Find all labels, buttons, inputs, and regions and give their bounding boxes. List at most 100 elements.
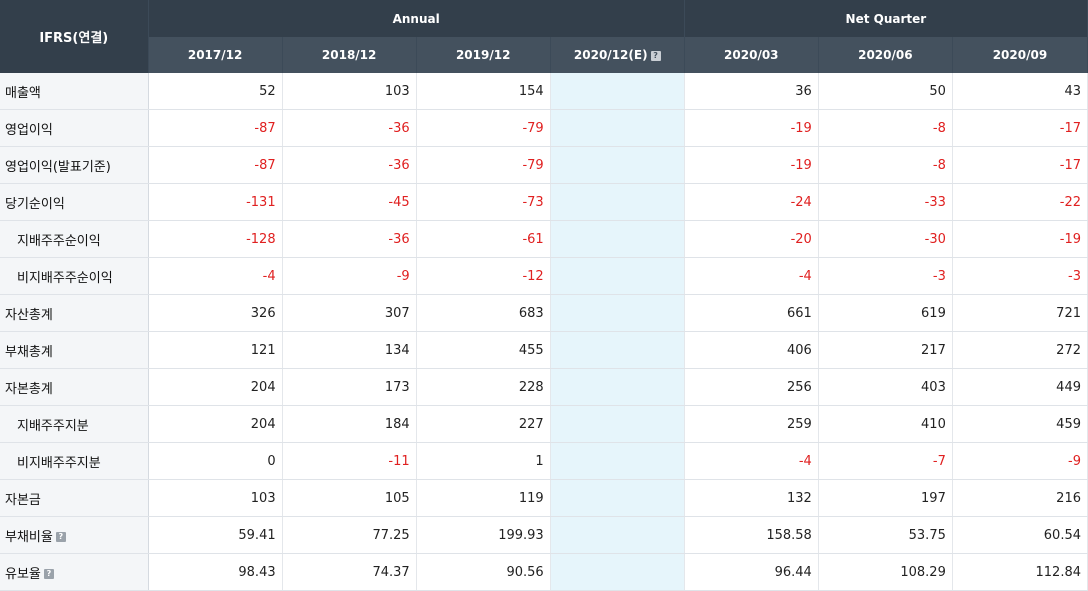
value-cell: 112.84 [952, 553, 1088, 591]
row-label-text: 자본금 [5, 492, 41, 508]
value-cell: 36 [684, 73, 819, 110]
estimate-help-icon[interactable]: ? [650, 50, 661, 61]
value-cell: 307 [282, 294, 417, 332]
estimate-cell [550, 220, 685, 258]
row-label: 영업이익(발표기준) [0, 146, 149, 184]
estimate-cell [550, 146, 685, 184]
value-cell: -4 [684, 442, 819, 480]
estimate-cell [550, 183, 685, 221]
row-help-icon[interactable]: ? [43, 569, 54, 579]
value-cell: 173 [282, 368, 417, 406]
value-cell: 108.29 [818, 553, 953, 591]
ifrs-corner-header: IFRS(연결) [0, 0, 149, 73]
row-label: 매출액 [0, 73, 149, 110]
column-header-2018-12: 2018/12 [282, 37, 417, 73]
estimate-cell [550, 516, 685, 554]
value-cell: -79 [416, 109, 551, 147]
value-cell: 204 [148, 368, 283, 406]
estimate-cell [550, 368, 685, 406]
row-label-text: 부채비율 [5, 529, 53, 545]
value-cell: 721 [952, 294, 1088, 332]
row-help-icon[interactable]: ? [55, 532, 66, 542]
value-cell: -17 [952, 109, 1088, 147]
value-cell: -73 [416, 183, 551, 221]
table-row: 부채비율? 59.41 77.25 199.93 158.58 53.75 60.54 [0, 516, 1088, 554]
table-row: 유보율? 98.43 74.37 90.56 96.44 108.29 112.84 [0, 553, 1088, 591]
column-header-label: 2020/03 [724, 48, 779, 62]
value-cell: -3 [952, 257, 1088, 295]
value-cell: -19 [684, 146, 819, 184]
table-row: 매출액 52 103 154 36 50 43 [0, 73, 1088, 110]
value-cell: -30 [818, 220, 953, 258]
value-cell: -17 [952, 146, 1088, 184]
value-cell: 204 [148, 405, 283, 443]
value-cell: 52 [148, 73, 283, 110]
value-cell: 197 [818, 479, 953, 517]
value-cell: 449 [952, 368, 1088, 406]
column-header-2020-12-E[interactable]: 2020/12(E)? [550, 37, 685, 73]
value-cell: 619 [818, 294, 953, 332]
value-cell: -9 [282, 257, 417, 295]
row-label-text: 자산총계 [5, 307, 53, 323]
value-cell: -131 [148, 183, 283, 221]
row-label-text: 영업이익 [5, 122, 53, 138]
column-header-label: 2019/12 [455, 48, 511, 62]
value-cell: 216 [952, 479, 1088, 517]
value-cell: 98.43 [148, 553, 283, 591]
value-cell: 661 [684, 294, 819, 332]
value-cell: -3 [818, 257, 953, 295]
value-cell: 1 [416, 442, 551, 480]
row-label: 비지배주주지분 [0, 442, 149, 480]
annual-group-header: Annual [148, 0, 685, 37]
value-cell: 256 [684, 368, 819, 406]
estimate-cell [550, 405, 685, 443]
estimate-cell [550, 331, 685, 369]
row-label-text: 매출액 [5, 85, 41, 101]
value-cell: 403 [818, 368, 953, 406]
value-cell: -19 [684, 109, 819, 147]
row-label: 지배주주지분 [0, 405, 149, 443]
value-cell: -36 [282, 146, 417, 184]
value-cell: 59.41 [148, 516, 283, 554]
value-cell: -61 [416, 220, 551, 258]
column-header-2020-06: 2020/06 [818, 37, 953, 73]
value-cell: -19 [952, 220, 1088, 258]
column-header-2020-09: 2020/09 [952, 37, 1088, 73]
table-row: 비지배주주순이익 -4 -9 -12 -4 -3 -3 [0, 257, 1088, 295]
value-cell: 184 [282, 405, 417, 443]
row-label: 유보율? [0, 553, 149, 591]
column-header-2017-12: 2017/12 [148, 37, 283, 73]
row-label-text: 지배주주지분 [17, 418, 89, 434]
row-label: 비지배주주순이익 [0, 257, 149, 295]
value-cell: 683 [416, 294, 551, 332]
value-cell: 53.75 [818, 516, 953, 554]
row-label-text: 당기순이익 [5, 196, 65, 212]
estimate-cell [550, 109, 685, 147]
estimate-cell [550, 73, 685, 110]
value-cell: 259 [684, 405, 819, 443]
row-label: 자산총계 [0, 294, 149, 332]
value-cell: 96.44 [684, 553, 819, 591]
value-cell: 0 [148, 442, 283, 480]
value-cell: 228 [416, 368, 551, 406]
estimate-cell [550, 294, 685, 332]
value-cell: -7 [818, 442, 953, 480]
value-cell: 90.56 [416, 553, 551, 591]
value-cell: -45 [282, 183, 417, 221]
value-cell: 199.93 [416, 516, 551, 554]
value-cell: 77.25 [282, 516, 417, 554]
value-cell: -20 [684, 220, 819, 258]
row-label-text: 비지배주주순이익 [17, 270, 113, 286]
value-cell: 272 [952, 331, 1088, 369]
value-cell: 43 [952, 73, 1088, 110]
row-label: 영업이익 [0, 109, 149, 147]
value-cell: -22 [952, 183, 1088, 221]
value-cell: 455 [416, 331, 551, 369]
value-cell: -36 [282, 109, 417, 147]
value-cell: 410 [818, 405, 953, 443]
value-cell: 459 [952, 405, 1088, 443]
value-cell: 74.37 [282, 553, 417, 591]
financial-summary-table: IFRS(연결) Annual Net Quarter 2017/12 2018/… [0, 0, 1088, 591]
value-cell: -87 [148, 146, 283, 184]
column-header-label: 2020/12(E) [573, 48, 648, 62]
